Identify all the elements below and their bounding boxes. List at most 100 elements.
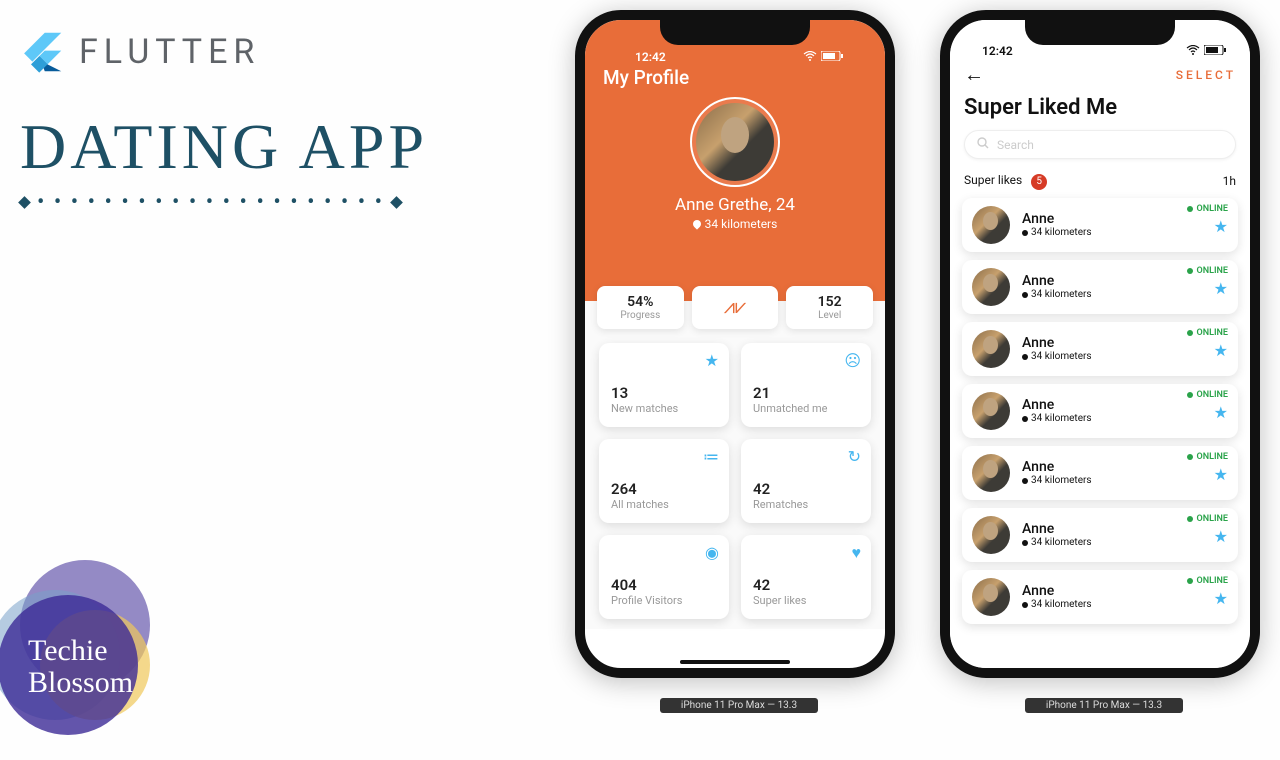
location-pin-icon <box>1022 292 1028 298</box>
brand-badge: Techie Blossom <box>0 520 200 760</box>
avatar <box>972 330 1010 368</box>
profile-card[interactable]: ★ 13 New matches <box>599 343 729 427</box>
count-badge: 5 <box>1031 174 1047 190</box>
like-card[interactable]: Anne 34 kilometers ONLINE ★ <box>962 384 1238 438</box>
star-icon[interactable]: ★ <box>1187 403 1228 422</box>
card-label: Rematches <box>753 498 859 511</box>
like-card[interactable]: Anne 34 kilometers ONLINE ★ <box>962 322 1238 376</box>
card-label: Unmatched me <box>753 402 859 415</box>
profile-screen-title: My Profile <box>603 66 867 89</box>
flutter-icon <box>20 30 64 74</box>
card-label: New matches <box>611 402 717 415</box>
card-label: Super likes <box>753 594 859 607</box>
location-pin-icon <box>1022 230 1028 236</box>
location-pin-icon <box>1022 354 1028 360</box>
star-icon: ★ <box>705 351 719 370</box>
stat-activity[interactable]: ⩘⩗ <box>692 286 779 329</box>
online-status: ONLINE <box>1187 204 1228 214</box>
card-value: 404 <box>611 576 717 594</box>
location-pin-icon <box>691 218 702 229</box>
phone-profile: 12:42 My Profile Anne Grethe, 24 34 kilo… <box>575 10 895 678</box>
wifi-icon <box>803 50 817 64</box>
card-value: 42 <box>753 576 859 594</box>
like-distance: 34 kilometers <box>1022 537 1092 548</box>
profile-card[interactable]: ◉ 404 Profile Visitors <box>599 535 729 619</box>
superlikes-meta: Super likes 5 <box>964 173 1047 190</box>
online-status: ONLINE <box>1187 576 1228 586</box>
star-icon[interactable]: ★ <box>1187 217 1228 236</box>
refresh-icon: ↻ <box>848 447 861 466</box>
like-distance: 34 kilometers <box>1022 227 1092 238</box>
avatar <box>972 392 1010 430</box>
home-indicator[interactable] <box>680 660 790 664</box>
profile-name: Anne Grethe, 24 <box>603 195 867 215</box>
status-time: 12:42 <box>982 44 1013 58</box>
avatar <box>972 454 1010 492</box>
online-status: ONLINE <box>1187 452 1228 462</box>
page-title: DATING APP <box>20 110 428 184</box>
card-value: 42 <box>753 480 859 498</box>
star-icon[interactable]: ★ <box>1187 589 1228 608</box>
card-label: Profile Visitors <box>611 594 717 607</box>
search-icon <box>977 137 989 152</box>
like-distance: 34 kilometers <box>1022 289 1092 300</box>
like-distance: 34 kilometers <box>1022 413 1092 424</box>
like-card[interactable]: Anne 34 kilometers ONLINE ★ <box>962 508 1238 562</box>
like-name: Anne <box>1022 521 1092 537</box>
online-status: ONLINE <box>1187 266 1228 276</box>
avatar[interactable] <box>690 97 780 187</box>
like-card[interactable]: Anne 34 kilometers ONLINE ★ <box>962 260 1238 314</box>
like-card[interactable]: Anne 34 kilometers ONLINE ★ <box>962 570 1238 624</box>
like-distance: 34 kilometers <box>1022 599 1092 610</box>
wifi-icon <box>1186 44 1200 58</box>
stat-level[interactable]: 152 Level <box>786 286 873 329</box>
select-button[interactable]: SELECT <box>1176 68 1236 82</box>
card-value: 13 <box>611 384 717 402</box>
heart-icon: ♥ <box>852 543 862 563</box>
online-status: ONLINE <box>1187 328 1228 338</box>
like-name: Anne <box>1022 583 1092 599</box>
profile-card[interactable]: ☹ 21 Unmatched me <box>741 343 871 427</box>
like-distance: 34 kilometers <box>1022 475 1092 486</box>
location-pin-icon <box>1022 540 1028 546</box>
avatar <box>972 516 1010 554</box>
star-icon[interactable]: ★ <box>1187 527 1228 546</box>
pulse-icon: ⩘⩗ <box>696 294 775 318</box>
back-button[interactable]: ← <box>964 62 984 87</box>
card-value: 264 <box>611 480 717 498</box>
flutter-logo: FLUTTER <box>20 30 428 74</box>
like-name: Anne <box>1022 397 1092 413</box>
star-icon[interactable]: ★ <box>1187 279 1228 298</box>
checklist-icon: ≔ <box>703 447 719 466</box>
profile-card[interactable]: ≔ 264 All matches <box>599 439 729 523</box>
like-name: Anne <box>1022 459 1092 475</box>
battery-icon <box>1204 44 1226 58</box>
profile-card[interactable]: ↻ 42 Rematches <box>741 439 871 523</box>
like-card[interactable]: Anne 34 kilometers ONLINE ★ <box>962 198 1238 252</box>
battery-icon <box>821 50 843 64</box>
location-pin-icon <box>1022 416 1028 422</box>
search-placeholder: Search <box>997 138 1034 152</box>
like-card[interactable]: Anne 34 kilometers ONLINE ★ <box>962 446 1238 500</box>
avatar <box>972 206 1010 244</box>
search-input[interactable]: Search <box>964 130 1236 159</box>
flutter-label: FLUTTER <box>79 32 260 72</box>
card-label: All matches <box>611 498 717 511</box>
avatar <box>972 268 1010 306</box>
profile-distance: 34 kilometers <box>603 217 867 231</box>
stat-progress[interactable]: 54% Progress <box>597 286 684 329</box>
badge-line1: Techie <box>28 635 133 667</box>
device-caption: iPhone 11 Pro Max — 13.3 <box>1025 698 1183 713</box>
device-caption: iPhone 11 Pro Max — 13.3 <box>660 698 818 713</box>
like-distance: 34 kilometers <box>1022 351 1092 362</box>
decorative-divider: • • • • • • • • • • • • • • • • • • • • … <box>20 190 428 215</box>
time-meta: 1h <box>1223 174 1236 188</box>
like-name: Anne <box>1022 335 1092 351</box>
star-icon[interactable]: ★ <box>1187 341 1228 360</box>
badge-line2: Blossom <box>28 667 133 699</box>
phone-notch <box>660 19 810 45</box>
profile-card[interactable]: ♥ 42 Super likes <box>741 535 871 619</box>
online-status: ONLINE <box>1187 514 1228 524</box>
online-status: ONLINE <box>1187 390 1228 400</box>
star-icon[interactable]: ★ <box>1187 465 1228 484</box>
